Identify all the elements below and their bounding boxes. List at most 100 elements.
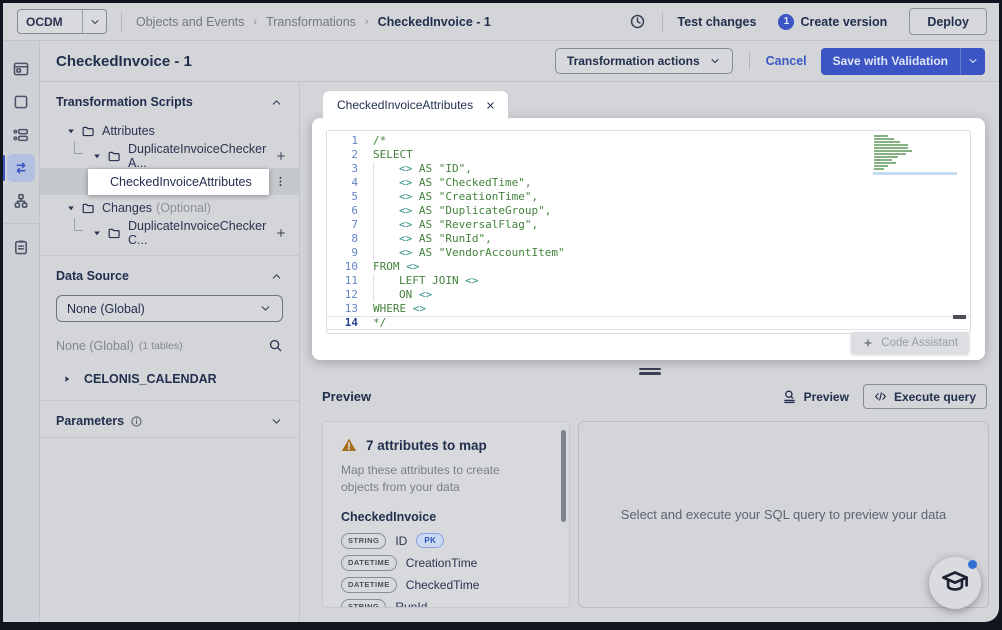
code-line[interactable]: 9<> AS "VendorAccountItem" (327, 246, 970, 260)
plus-icon[interactable] (275, 150, 287, 162)
learning-help-button[interactable] (929, 557, 981, 609)
create-version-button[interactable]: Create version (800, 15, 887, 29)
editor-tab[interactable]: CheckedInvoiceAttributes (322, 90, 509, 119)
code-text: WHERE <> (373, 302, 426, 316)
execute-query-label: Execute query (894, 390, 976, 404)
left-panel: Transformation Scripts Attributes Duplica… (40, 82, 300, 622)
toolbar-divider (662, 12, 663, 32)
editor-minimap[interactable] (873, 135, 957, 175)
code-line[interactable]: 4<> AS "CheckedTime", (327, 176, 970, 190)
history-clock-icon[interactable] (629, 13, 646, 30)
code-line[interactable]: 7<> AS "ReversalFlag", (327, 218, 970, 232)
rail-item-objects[interactable] (7, 88, 35, 116)
caret-down-icon[interactable] (92, 228, 102, 238)
save-options-caret-button[interactable] (960, 48, 985, 75)
caret-down-icon[interactable] (66, 126, 76, 136)
chevron-down-icon (967, 55, 979, 67)
code-text: <> AS "ReversalFlag", (373, 218, 538, 232)
mapping-icon (12, 126, 30, 144)
breadcrumb-item[interactable]: Transformations (266, 15, 356, 29)
parameters-title: Parameters (56, 414, 124, 428)
preview-action-button[interactable]: Preview (782, 389, 849, 404)
data-source-header[interactable]: Data Source (40, 256, 299, 292)
rail-item-mappings[interactable] (7, 121, 35, 149)
save-with-validation-button[interactable]: Save with Validation (821, 48, 960, 75)
code-text: ON <> (373, 288, 432, 302)
chevron-up-icon[interactable] (270, 96, 283, 109)
window-icon (12, 60, 30, 78)
preview-action-label: Preview (804, 390, 849, 404)
code-line[interactable]: 14*/ (327, 316, 970, 330)
attribute-name: CreationTime (406, 556, 478, 570)
rail-divider (3, 223, 40, 224)
tree-item-label: Attributes (102, 124, 155, 138)
transformation-scripts-header[interactable]: Transformation Scripts (40, 82, 299, 118)
data-source-select-value: None (Global) (67, 302, 145, 316)
panel-resize-handle[interactable] (300, 360, 999, 382)
data-source-select[interactable]: None (Global) (56, 295, 283, 322)
editor-scrollbar-thumb[interactable] (953, 315, 966, 319)
selected-script-spotlight: CheckedInvoiceAttributes (88, 169, 269, 195)
tree-item-duplicateinvoicechecker-c[interactable]: DuplicateInvoiceChecker C... (40, 220, 299, 245)
kebab-icon[interactable] (274, 175, 287, 188)
chevron-up-icon[interactable] (270, 270, 283, 283)
indent-guide (373, 204, 399, 218)
attribute-row: STRINGRunId (341, 599, 551, 608)
app: OCDM Objects and Events›Transformations›… (3, 3, 999, 622)
code-line[interactable]: 5<> AS "CreationTime", (327, 190, 970, 204)
deploy-button[interactable]: Deploy (909, 8, 987, 35)
preview-title: Preview (322, 389, 371, 404)
chevron-down-icon[interactable] (270, 415, 283, 428)
transformation-actions-button[interactable]: Transformation actions (555, 48, 733, 74)
caret-down-icon[interactable] (92, 151, 102, 161)
breadcrumb-item[interactable]: Objects and Events (136, 15, 244, 29)
table-item-celonis-calendar[interactable]: CELONIS_CALENDAR (40, 359, 299, 400)
code-line[interactable]: 6<> AS "DuplicateGroup", (327, 204, 970, 218)
test-changes-button[interactable]: Test changes (677, 15, 756, 29)
code-icon (874, 390, 887, 403)
code-assistant-button[interactable]: Code Assistant (851, 332, 969, 354)
tree-item-checkedinvoiceattributes[interactable]: CheckedInvoiceAttributes (40, 168, 299, 195)
caret-right-icon[interactable] (62, 374, 72, 384)
tree-item-changes[interactable]: Changes(Optional) (40, 195, 299, 220)
code-line[interactable]: 10FROM <> (327, 260, 970, 274)
card-scrollbar-thumb[interactable] (561, 430, 566, 522)
workspace-select[interactable]: OCDM (17, 9, 107, 34)
code-line[interactable]: 13WHERE <> (327, 302, 970, 316)
rail-item-overview[interactable] (7, 55, 35, 83)
caret-down-icon[interactable] (66, 203, 76, 213)
cancel-button[interactable]: Cancel (766, 54, 807, 68)
line-number: 1 (327, 134, 373, 148)
search-icon[interactable] (268, 338, 283, 353)
code-line[interactable]: 8<> AS "RunId", (327, 232, 970, 246)
attribute-type-pill: DATETIME (341, 555, 397, 571)
close-icon[interactable] (485, 100, 496, 111)
minimap-line (874, 159, 892, 161)
minimap-line (874, 135, 888, 137)
line-number: 2 (327, 148, 373, 162)
line-number: 9 (327, 246, 373, 260)
data-source-title: Data Source (56, 269, 129, 283)
tree-item-attributes[interactable]: Attributes (40, 118, 299, 143)
minimap-line (874, 162, 896, 164)
line-number: 8 (327, 232, 373, 246)
rail-item-transformations[interactable] (7, 154, 35, 182)
code-line[interactable]: 11LEFT JOIN <> (327, 274, 970, 288)
sql-code-editor[interactable]: 1/*2SELECT3<> AS "ID",4<> AS "CheckedTim… (326, 130, 971, 334)
info-icon (130, 415, 143, 428)
rail-item-logs[interactable] (7, 233, 35, 261)
execute-query-button[interactable]: Execute query (863, 384, 987, 409)
parameters-header[interactable]: Parameters (40, 401, 299, 437)
tree-item-duplicateinvoicechecker-a[interactable]: DuplicateInvoiceChecker A... (40, 143, 299, 168)
code-text: FROM <> (373, 260, 419, 274)
version-count-badge: 1 (778, 14, 794, 30)
code-line[interactable]: 12ON <> (327, 288, 970, 302)
indent-guide (373, 218, 399, 232)
chevron-down-icon (709, 55, 721, 67)
line-number: 14 (327, 316, 373, 330)
rail-item-relations[interactable] (7, 187, 35, 215)
minimap-line (874, 138, 894, 140)
code-text: <> AS "CheckedTime", (373, 176, 531, 190)
minimap-line (874, 168, 884, 170)
plus-icon[interactable] (275, 227, 287, 239)
